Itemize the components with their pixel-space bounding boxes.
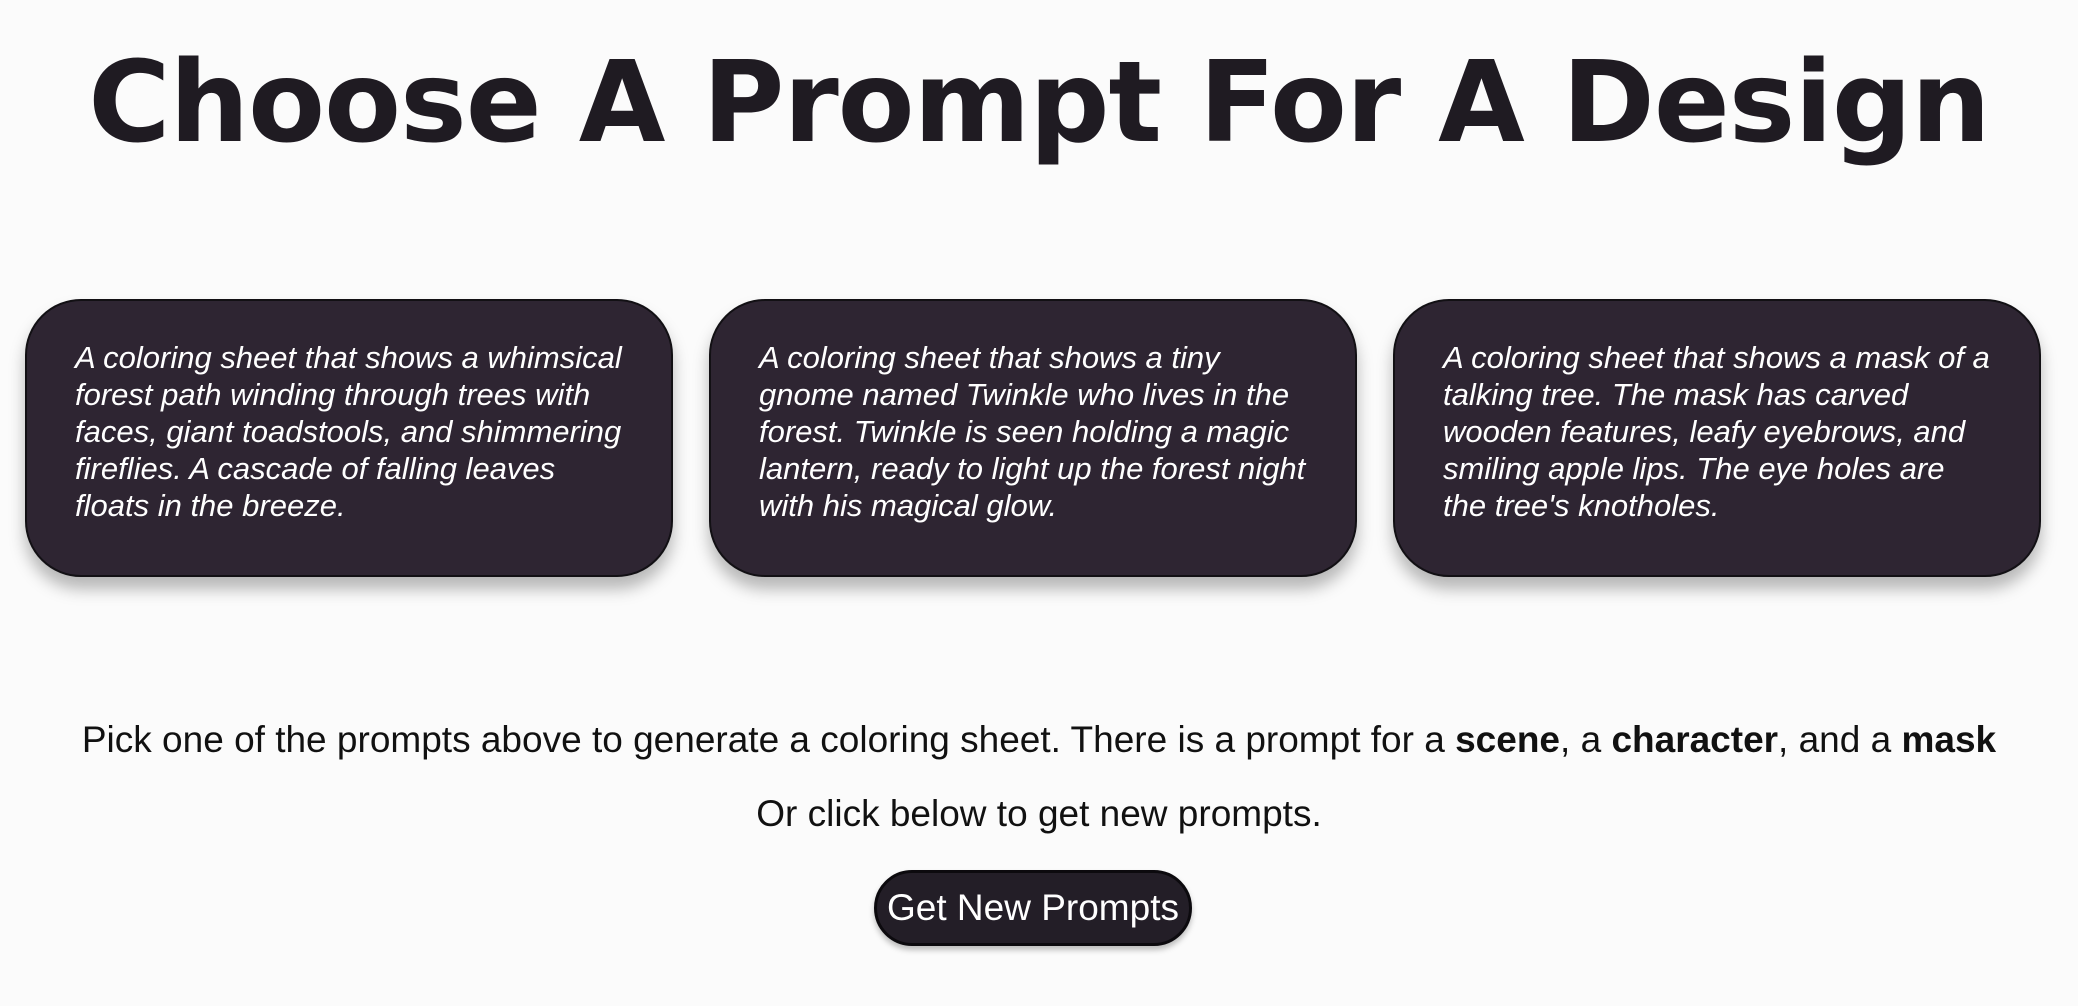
prompt-cards: A coloring sheet that shows a whimsical …	[25, 299, 2041, 577]
prompt-text: A coloring sheet that shows a tiny gnome…	[759, 340, 1306, 523]
prompt-card-mask[interactable]: A coloring sheet that shows a mask of a …	[1393, 299, 2041, 577]
new-prompts-hint: Or click below to get new prompts.	[756, 793, 1322, 834]
get-new-prompts-button[interactable]: Get New Prompts	[874, 870, 1192, 946]
mask-keyword: mask	[1901, 719, 1997, 760]
instructions-prefix: Pick one of the prompts above to generat…	[81, 719, 1456, 760]
separator: , and a	[1778, 719, 1902, 760]
instructions-text: Pick one of the prompts above to generat…	[0, 718, 2078, 762]
separator: , a	[1560, 719, 1612, 760]
prompt-card-character[interactable]: A coloring sheet that shows a tiny gnome…	[709, 299, 1357, 577]
prompt-text: A coloring sheet that shows a mask of a …	[1443, 340, 1990, 523]
character-keyword: character	[1611, 719, 1779, 760]
scene-keyword: scene	[1455, 719, 1561, 760]
page-title: Choose A Prompt For A Design	[88, 38, 1990, 168]
prompt-text: A coloring sheet that shows a whimsical …	[75, 340, 622, 523]
prompt-card-scene[interactable]: A coloring sheet that shows a whimsical …	[25, 299, 673, 577]
